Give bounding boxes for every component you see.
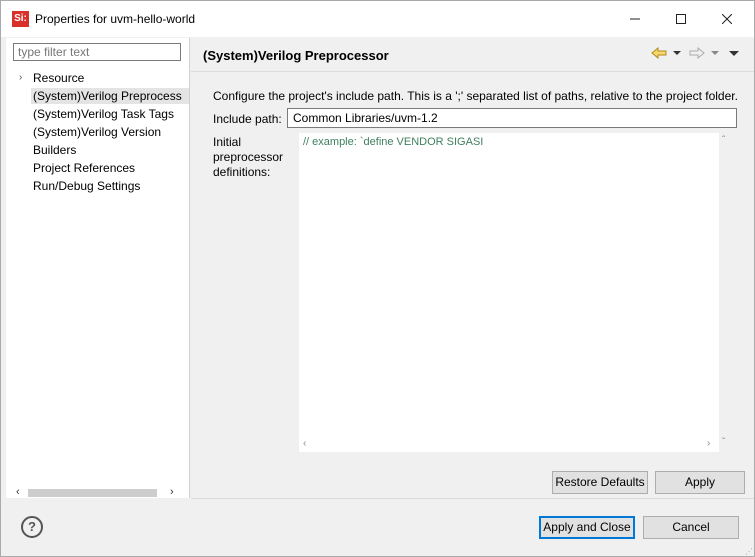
back-icon[interactable] bbox=[651, 46, 667, 62]
close-button[interactable] bbox=[704, 5, 750, 33]
scroll-left-icon[interactable]: ‹ bbox=[303, 438, 306, 449]
tree-item-verilog-preprocessor[interactable]: (System)Verilog Preprocess bbox=[31, 88, 189, 104]
scroll-left-icon[interactable]: ‹ bbox=[16, 486, 20, 498]
definitions-label-line3: definitions: bbox=[213, 165, 271, 179]
definitions-label-line2: preprocessor bbox=[213, 150, 284, 164]
include-path-label: Include path: bbox=[213, 112, 282, 126]
definitions-label-line1: Initial bbox=[213, 135, 242, 149]
apply-and-close-button[interactable]: Apply and Close bbox=[539, 516, 635, 539]
tree-item-verilog-task-tags[interactable]: (System)Verilog Task Tags bbox=[33, 106, 174, 122]
app-icon: Si: bbox=[12, 11, 29, 27]
definitions-textarea[interactable]: // example: `define VENDOR SIGASI ˆ ˇ ‹ … bbox=[299, 133, 733, 452]
help-icon[interactable]: ? bbox=[21, 516, 43, 538]
tree-item-resource[interactable]: Resource bbox=[33, 70, 84, 86]
forward-menu-chevron-down-icon[interactable] bbox=[711, 47, 719, 62]
cancel-button[interactable]: Cancel bbox=[643, 516, 739, 539]
scroll-up-icon[interactable]: ˆ bbox=[722, 135, 725, 146]
window-title: Properties for uvm-hello-world bbox=[35, 12, 196, 26]
scrollbar-thumb[interactable] bbox=[28, 489, 157, 497]
page-title: (System)Verilog Preprocessor bbox=[203, 48, 389, 63]
definitions-text: // example: `define VENDOR SIGASI bbox=[303, 136, 484, 148]
footer-divider bbox=[191, 498, 754, 499]
page-description: Configure the project's include path. Th… bbox=[213, 89, 738, 103]
tree-horizontal-scrollbar[interactable]: ‹ › bbox=[16, 486, 181, 500]
restore-defaults-button[interactable]: Restore Defaults bbox=[552, 471, 648, 494]
back-menu-chevron-down-icon[interactable] bbox=[673, 47, 681, 62]
maximize-icon bbox=[676, 14, 686, 24]
tree-item-project-references[interactable]: Project References bbox=[33, 160, 135, 176]
minimize-button[interactable] bbox=[612, 5, 658, 33]
page-header: (System)Verilog Preprocessor bbox=[191, 38, 754, 72]
maximize-button[interactable] bbox=[658, 5, 704, 33]
resize-grip-icon[interactable]: ⋰ bbox=[745, 547, 753, 556]
minimize-icon bbox=[630, 18, 640, 20]
scroll-right-icon[interactable]: › bbox=[707, 438, 710, 449]
tree-item-run-debug-settings[interactable]: Run/Debug Settings bbox=[33, 178, 140, 194]
left-pane: type filter text › Resource (System)Veri… bbox=[6, 38, 189, 498]
scroll-down-icon[interactable]: ˇ bbox=[722, 437, 725, 448]
tree-item-verilog-version[interactable]: (System)Verilog Version bbox=[33, 124, 161, 140]
chevron-right-icon[interactable]: › bbox=[19, 72, 22, 83]
definitions-vertical-scrollbar[interactable]: ˆ ˇ bbox=[719, 133, 733, 451]
close-icon bbox=[722, 14, 732, 24]
page-content: Configure the project's include path. Th… bbox=[191, 72, 754, 498]
view-menu-icon[interactable] bbox=[729, 47, 739, 62]
definitions-horizontal-scrollbar[interactable]: ‹ › bbox=[299, 438, 719, 452]
properties-dialog: Si: Properties for uvm-hello-world type … bbox=[0, 0, 755, 557]
forward-icon[interactable] bbox=[689, 46, 705, 62]
pane-divider[interactable] bbox=[189, 38, 190, 498]
apply-button[interactable]: Apply bbox=[655, 471, 745, 494]
filter-input[interactable]: type filter text bbox=[13, 43, 181, 61]
tree-item-builders[interactable]: Builders bbox=[33, 142, 76, 158]
scroll-right-icon[interactable]: › bbox=[170, 486, 174, 498]
include-path-field[interactable]: Common Libraries/uvm-1.2 bbox=[287, 108, 737, 128]
title-bar: Si: Properties for uvm-hello-world bbox=[1, 1, 754, 37]
